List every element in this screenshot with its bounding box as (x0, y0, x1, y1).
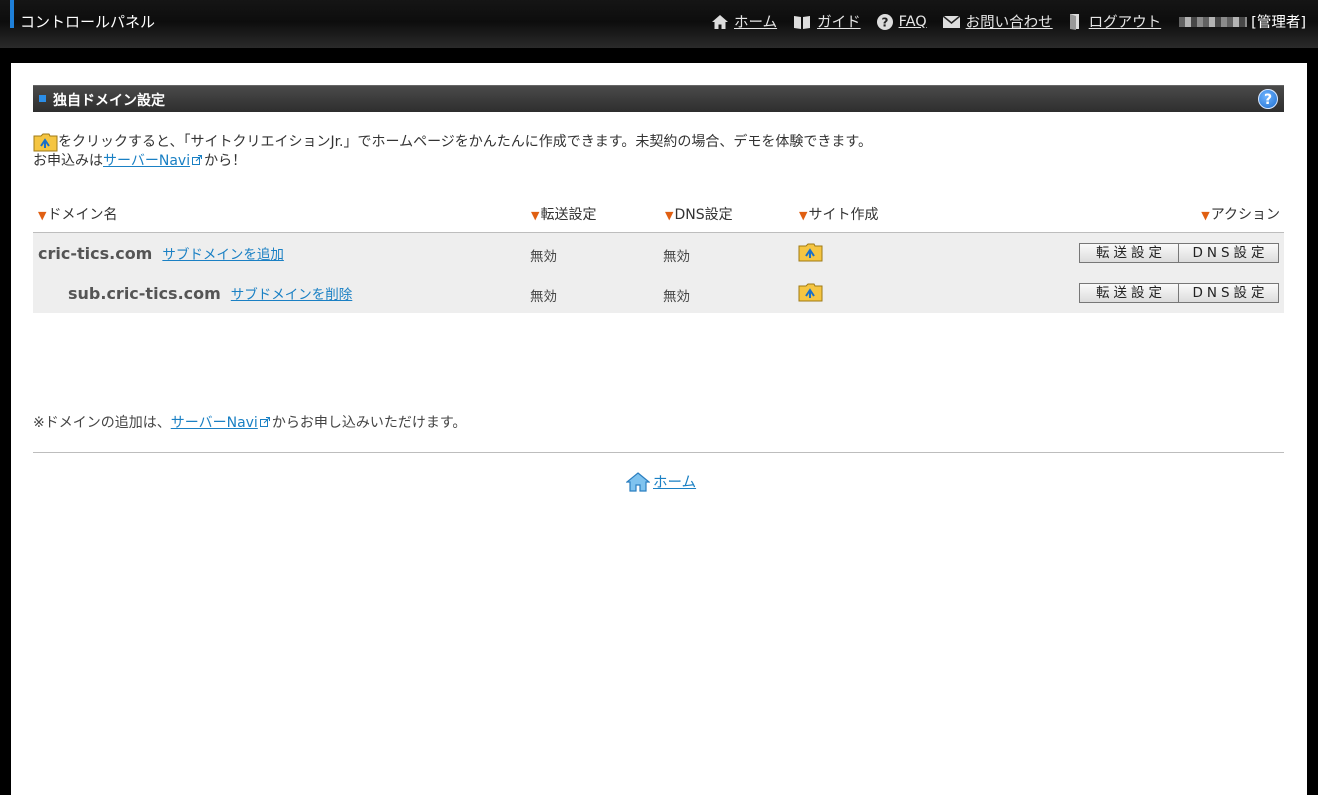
row-actions: 転送設定 DNS設定 (1079, 283, 1279, 303)
domain-name-text: sub.cric-tics.com (68, 284, 221, 303)
server-navi-link[interactable]: サーバーNavi (103, 153, 190, 169)
home-icon (712, 14, 728, 29)
redacted-username (1179, 16, 1248, 27)
intro-line-1-text: をクリックすると、「サイトクリエイションJr.」でホームページをかんたんに作成で… (58, 134, 872, 150)
intro-line-2: お申込みはサーバーNavi から！ (33, 152, 872, 171)
site-create-folder-icon (33, 133, 58, 152)
nav-logout[interactable]: ログアウト (1069, 11, 1162, 32)
user-role: [管理者] (1251, 15, 1306, 31)
nav-guide[interactable]: ガイド (793, 11, 861, 32)
nav-home-label: ホーム (734, 15, 778, 31)
col-dns[interactable]: ▼DNS設定 (665, 204, 733, 224)
col-dns-label: DNS設定 (674, 207, 733, 223)
footer-home-label: ホーム (653, 475, 697, 491)
domain-name: sub.cric-tics.com サブドメインを削除 (68, 283, 352, 303)
mail-icon (942, 15, 960, 28)
col-action[interactable]: ▼アクション (1201, 204, 1280, 224)
nav-faq[interactable]: ? FAQ (876, 13, 927, 30)
dns-status: 無効 (663, 249, 690, 265)
domain-table-body: cric-tics.com サブドメインを追加 無効 無効 転送設定 DNS設定 … (33, 233, 1284, 313)
nav-faq-label: FAQ (898, 13, 927, 30)
forward-settings-button[interactable]: 転送設定 (1079, 283, 1179, 303)
col-site[interactable]: ▼サイト作成 (799, 204, 878, 224)
row-actions: 転送設定 DNS設定 (1079, 243, 1279, 263)
forward-settings-button[interactable]: 転送設定 (1079, 243, 1179, 263)
help-icon[interactable]: ? (1258, 89, 1278, 109)
dns-status: 無効 (663, 289, 690, 305)
domain-table-header: ▼ドメイン名 ▼転送設定 ▼DNS設定 ▼サイト作成 ▼アクション (33, 203, 1284, 233)
server-navi-link[interactable]: サーバーNavi (171, 412, 258, 432)
intro-text: をクリックすると、「サイトクリエイションJr.」でホームページをかんたんに作成で… (33, 133, 872, 171)
external-link-icon (192, 155, 203, 165)
col-forward[interactable]: ▼転送設定 (531, 204, 596, 224)
note-prefix: ※ドメインの追加は、 (33, 415, 171, 431)
user-info: [管理者] (1179, 11, 1306, 32)
forward-status: 無効 (530, 289, 557, 305)
svg-text:?: ? (881, 15, 888, 29)
sort-triangle-icon: ▼ (665, 209, 674, 222)
table-row: cric-tics.com サブドメインを追加 無効 無効 転送設定 DNS設定 (33, 233, 1284, 273)
col-domain[interactable]: ▼ドメイン名 (38, 204, 117, 224)
section-bullet (39, 95, 46, 102)
dns-settings-button[interactable]: DNS設定 (1179, 283, 1279, 303)
domain-name-text: cric-tics.com (38, 244, 153, 263)
nav-contact[interactable]: お問い合わせ (942, 11, 1053, 32)
forward-status: 無効 (530, 249, 557, 265)
site-create-folder-icon[interactable] (798, 243, 823, 262)
sort-triangle-icon: ▼ (1201, 209, 1210, 222)
divider (33, 452, 1284, 453)
intro-line-2-suffix: から！ (204, 153, 247, 169)
note-suffix: からお申し込みいただけます。 (271, 415, 467, 431)
col-forward-label: 転送設定 (540, 207, 597, 223)
section-title: 独自ドメイン設定 (53, 93, 165, 109)
dns-settings-button[interactable]: DNS設定 (1179, 243, 1279, 263)
sort-triangle-icon: ▼ (38, 209, 47, 222)
top-bar: コントロールパネル ホーム ガイド ? FAQ お問い合わせ ログアウト [管理… (0, 0, 1318, 48)
external-link-icon (259, 417, 270, 427)
sort-triangle-icon: ▼ (531, 209, 540, 222)
site-create-folder-icon[interactable] (798, 283, 823, 302)
add-subdomain-link[interactable]: サブドメインを追加 (162, 247, 284, 263)
app-title: コントロールパネル (20, 13, 156, 31)
nav-contact-label: お問い合わせ (965, 15, 1053, 31)
nav-logout-label: ログアウト (1088, 15, 1162, 31)
title-accent-bar (10, 0, 14, 28)
sort-triangle-icon: ▼ (799, 209, 808, 222)
domain-add-note: ※ドメインの追加は、 サーバーNavi からお申し込みいただけます。 (33, 412, 466, 432)
top-nav: ホーム ガイド ? FAQ お問い合わせ ログアウト [管理者] (696, 11, 1306, 32)
col-action-label: アクション (1210, 207, 1280, 223)
col-domain-label: ドメイン名 (47, 207, 118, 223)
nav-guide-label: ガイド (817, 15, 861, 31)
question-circle-icon: ? (876, 13, 893, 30)
intro-line-2-prefix: お申込みは (33, 153, 103, 169)
home-icon (626, 471, 650, 492)
door-exit-icon (1069, 14, 1079, 30)
nav-home[interactable]: ホーム (712, 11, 777, 32)
book-icon (794, 15, 811, 29)
main-panel: 独自ドメイン設定 ? をクリックすると、「サイトクリエイションJr.」でホームペ… (11, 63, 1307, 795)
delete-subdomain-link[interactable]: サブドメインを削除 (231, 287, 353, 303)
domain-name: cric-tics.com サブドメインを追加 (38, 243, 284, 263)
intro-line-1: をクリックすると、「サイトクリエイションJr.」でホームページをかんたんに作成で… (33, 133, 872, 152)
table-row: sub.cric-tics.com サブドメインを削除 無効 無効 転送設定 DN… (33, 273, 1284, 313)
section-header: 独自ドメイン設定 ? (33, 85, 1284, 112)
footer-home-link[interactable]: ホーム (626, 471, 696, 492)
col-site-label: サイト作成 (808, 207, 879, 223)
